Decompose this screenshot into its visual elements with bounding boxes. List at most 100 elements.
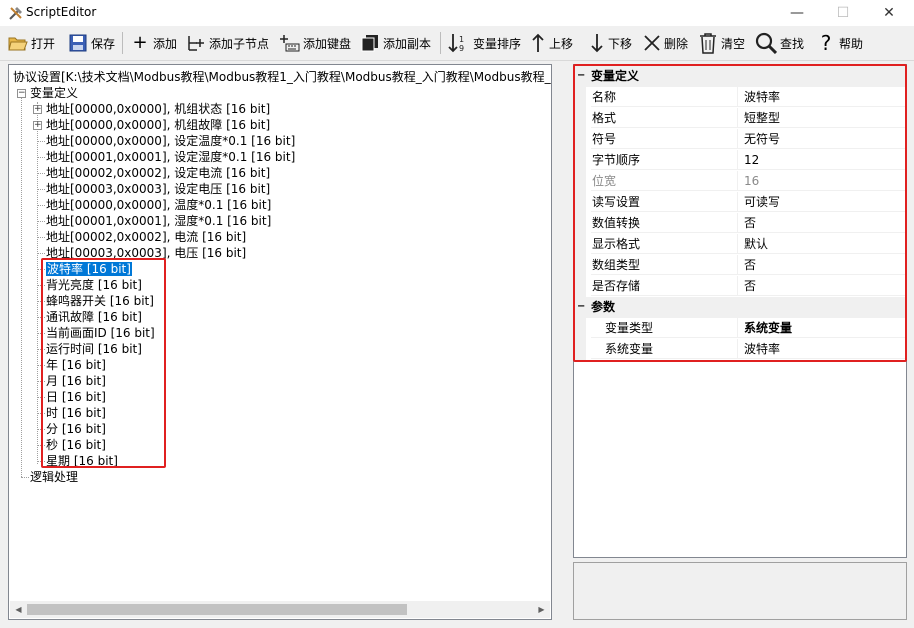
collapse-toggle[interactable]: − [577,302,585,312]
arrow-up-icon [532,33,544,52]
property-name: 读写设置 [591,192,738,212]
tree-node-address[interactable]: 地址[00001,0x0001], 湿度*0.1 [16 bit] [46,213,271,229]
find-button[interactable]: 查找 [755,30,804,56]
horizontal-scrollbar[interactable]: ◀ ▶ [10,601,550,618]
tree-node-address[interactable]: 地址[00001,0x0001], 设定湿度*0.1 [16 bit] [46,149,295,165]
property-value[interactable]: 波特率 [738,87,906,107]
delete-button[interactable]: 删除 [643,30,688,56]
add-child-node-icon [188,36,204,51]
tree-node-system-variable[interactable]: 波特率 [16 bit] [46,261,132,277]
property-row[interactable]: 符号 无符号 [574,129,906,150]
tree-node-system-variable[interactable]: 背光亮度 [16 bit] [46,277,142,293]
tree-node-system-variable[interactable]: 时 [16 bit] [46,405,106,421]
toolbar-separator [440,32,441,54]
move-down-button[interactable]: 下移 [589,30,632,56]
tree-node-var-def[interactable]: 变量定义 [30,85,78,101]
tree-node-address[interactable]: 地址[00000,0x0000], 机组故障 [16 bit] [46,117,270,133]
add-child-button[interactable]: 添加子节点 [186,30,269,56]
tree-guide [37,285,45,286]
tree-node-address[interactable]: 地址[00000,0x0000], 机组状态 [16 bit] [46,101,270,117]
tree-node-system-variable[interactable]: 日 [16 bit] [46,389,106,405]
add-keyboard-button[interactable]: 添加键盘 [278,30,351,56]
copy-icon [361,35,378,52]
scroll-right-icon[interactable]: ▶ [533,601,550,618]
help-button[interactable]: ? 帮助 [816,30,863,56]
tree-guide [37,413,45,414]
toolbar-separator [122,32,123,54]
row-gutter [574,339,586,360]
property-row[interactable]: 读写设置 可读写 [574,192,906,213]
tree-node-system-variable[interactable]: 蜂鸣器开关 [16 bit] [46,293,154,309]
move-up-button[interactable]: 上移 [530,30,573,56]
scroll-left-icon[interactable]: ◀ [10,601,27,618]
row-gutter [574,129,586,150]
add-button[interactable]: + 添加 [130,30,177,56]
property-value[interactable]: 否 [738,213,906,233]
property-value[interactable]: 短整型 [738,108,906,128]
tree-guide [37,269,45,270]
property-row[interactable]: 数组类型否 [574,255,906,276]
property-row[interactable]: 是否存储否 [574,276,906,297]
property-value[interactable]: 系统变量 [738,318,906,338]
sort-icon: 1 9 [448,34,464,53]
tree-node-address[interactable]: 地址[00000,0x0000], 温度*0.1 [16 bit] [46,197,271,213]
add-copy-button[interactable]: 添加副本 [360,30,431,56]
collapse-toggle[interactable]: − [577,71,585,81]
property-value[interactable]: 波特率 [738,339,906,359]
tree-node-address[interactable]: 地址[00002,0x0002], 电流 [16 bit] [46,229,246,245]
tree-node-address[interactable]: 地址[00003,0x0003], 设定电压 [16 bit] [46,181,270,197]
scrollbar-thumb[interactable] [27,604,407,615]
tree-root[interactable]: 协议设置[K:\技术文档\Modbus教程\Modbus教程1_入门教程\Mod… [13,69,551,85]
row-gutter [574,234,586,255]
property-name: 数值转换 [591,213,738,233]
tree-node-address[interactable]: 地址[00003,0x0003], 电压 [16 bit] [46,245,246,261]
node-label: 蜂鸣器开关 [16 bit] [46,294,154,308]
clear-button[interactable]: 清空 [698,30,745,56]
property-row[interactable]: 格式 短整型 [574,108,906,129]
tree-node-address[interactable]: 地址[00000,0x0000], 设定温度*0.1 [16 bit] [46,133,295,149]
tree-node-address[interactable]: 地址[00002,0x0002], 设定电流 [16 bit] [46,165,270,181]
tree-node-system-variable[interactable]: 运行时间 [16 bit] [46,341,142,357]
tree-node-system-variable[interactable]: 分 [16 bit] [46,421,106,437]
tree-node-system-variable[interactable]: 星期 [16 bit] [46,453,118,469]
protocol-tree[interactable]: 协议设置[K:\技术文档\Modbus教程\Modbus教程1_入门教程\Mod… [8,64,552,620]
minimize-button[interactable]: — [774,0,820,26]
property-value[interactable]: 默认 [738,234,906,254]
property-value[interactable]: 无符号 [738,129,906,149]
tree-node-system-variable[interactable]: 年 [16 bit] [46,357,106,373]
save-button[interactable]: 保存 [68,30,115,56]
tree-guide [37,349,45,350]
tree-node-system-variable[interactable]: 秒 [16 bit] [46,437,106,453]
property-row[interactable]: 名称 波特率 [574,87,906,108]
category-variable-definition[interactable]: − 变量定义 [574,66,906,87]
arrow-down-icon [591,34,603,53]
category-parameters[interactable]: − 参数 [574,297,906,318]
expand-toggle[interactable]: + [33,105,42,114]
property-value[interactable]: 12 [738,150,906,170]
close-button[interactable]: ✕ [866,0,912,26]
tree-node-logic[interactable]: 逻辑处理 [30,469,78,485]
tree-node-system-variable[interactable]: 当前画面ID [16 bit] [46,325,155,341]
property-row[interactable]: 变量类型 系统变量 [574,318,906,339]
open-button[interactable]: 打开 [8,30,55,56]
expand-toggle[interactable]: + [33,121,42,130]
tree-guide [37,429,45,430]
property-row[interactable]: 位宽 16 [574,171,906,192]
property-value[interactable]: 可读写 [738,192,906,212]
maximize-button[interactable]: ☐ [820,0,866,26]
property-grid[interactable]: − 变量定义 名称 波特率 格式 短整型 符号 无符号 字节顺序 12 位宽 16 读写设置 可读写数… [573,64,907,558]
tree-node-system-variable[interactable]: 月 [16 bit] [46,373,106,389]
title-bar: ScriptEditor — ☐ ✕ [0,0,914,27]
tree-node-system-variable[interactable]: 通讯故障 [16 bit] [46,309,142,325]
collapse-toggle[interactable]: − [17,89,26,98]
property-row[interactable]: 显示格式 默认 [574,234,906,255]
tree-guide [37,317,45,318]
property-value[interactable]: 16 [738,171,906,191]
property-value[interactable]: 否 [738,276,906,296]
node-label: 秒 [16 bit] [46,438,106,452]
property-value[interactable]: 否 [738,255,906,275]
sort-button[interactable]: 1 9 变量排序 [448,30,521,56]
property-row[interactable]: 系统变量 波特率 [574,339,906,360]
property-row[interactable]: 字节顺序 12 [574,150,906,171]
property-row[interactable]: 数值转换否 [574,213,906,234]
